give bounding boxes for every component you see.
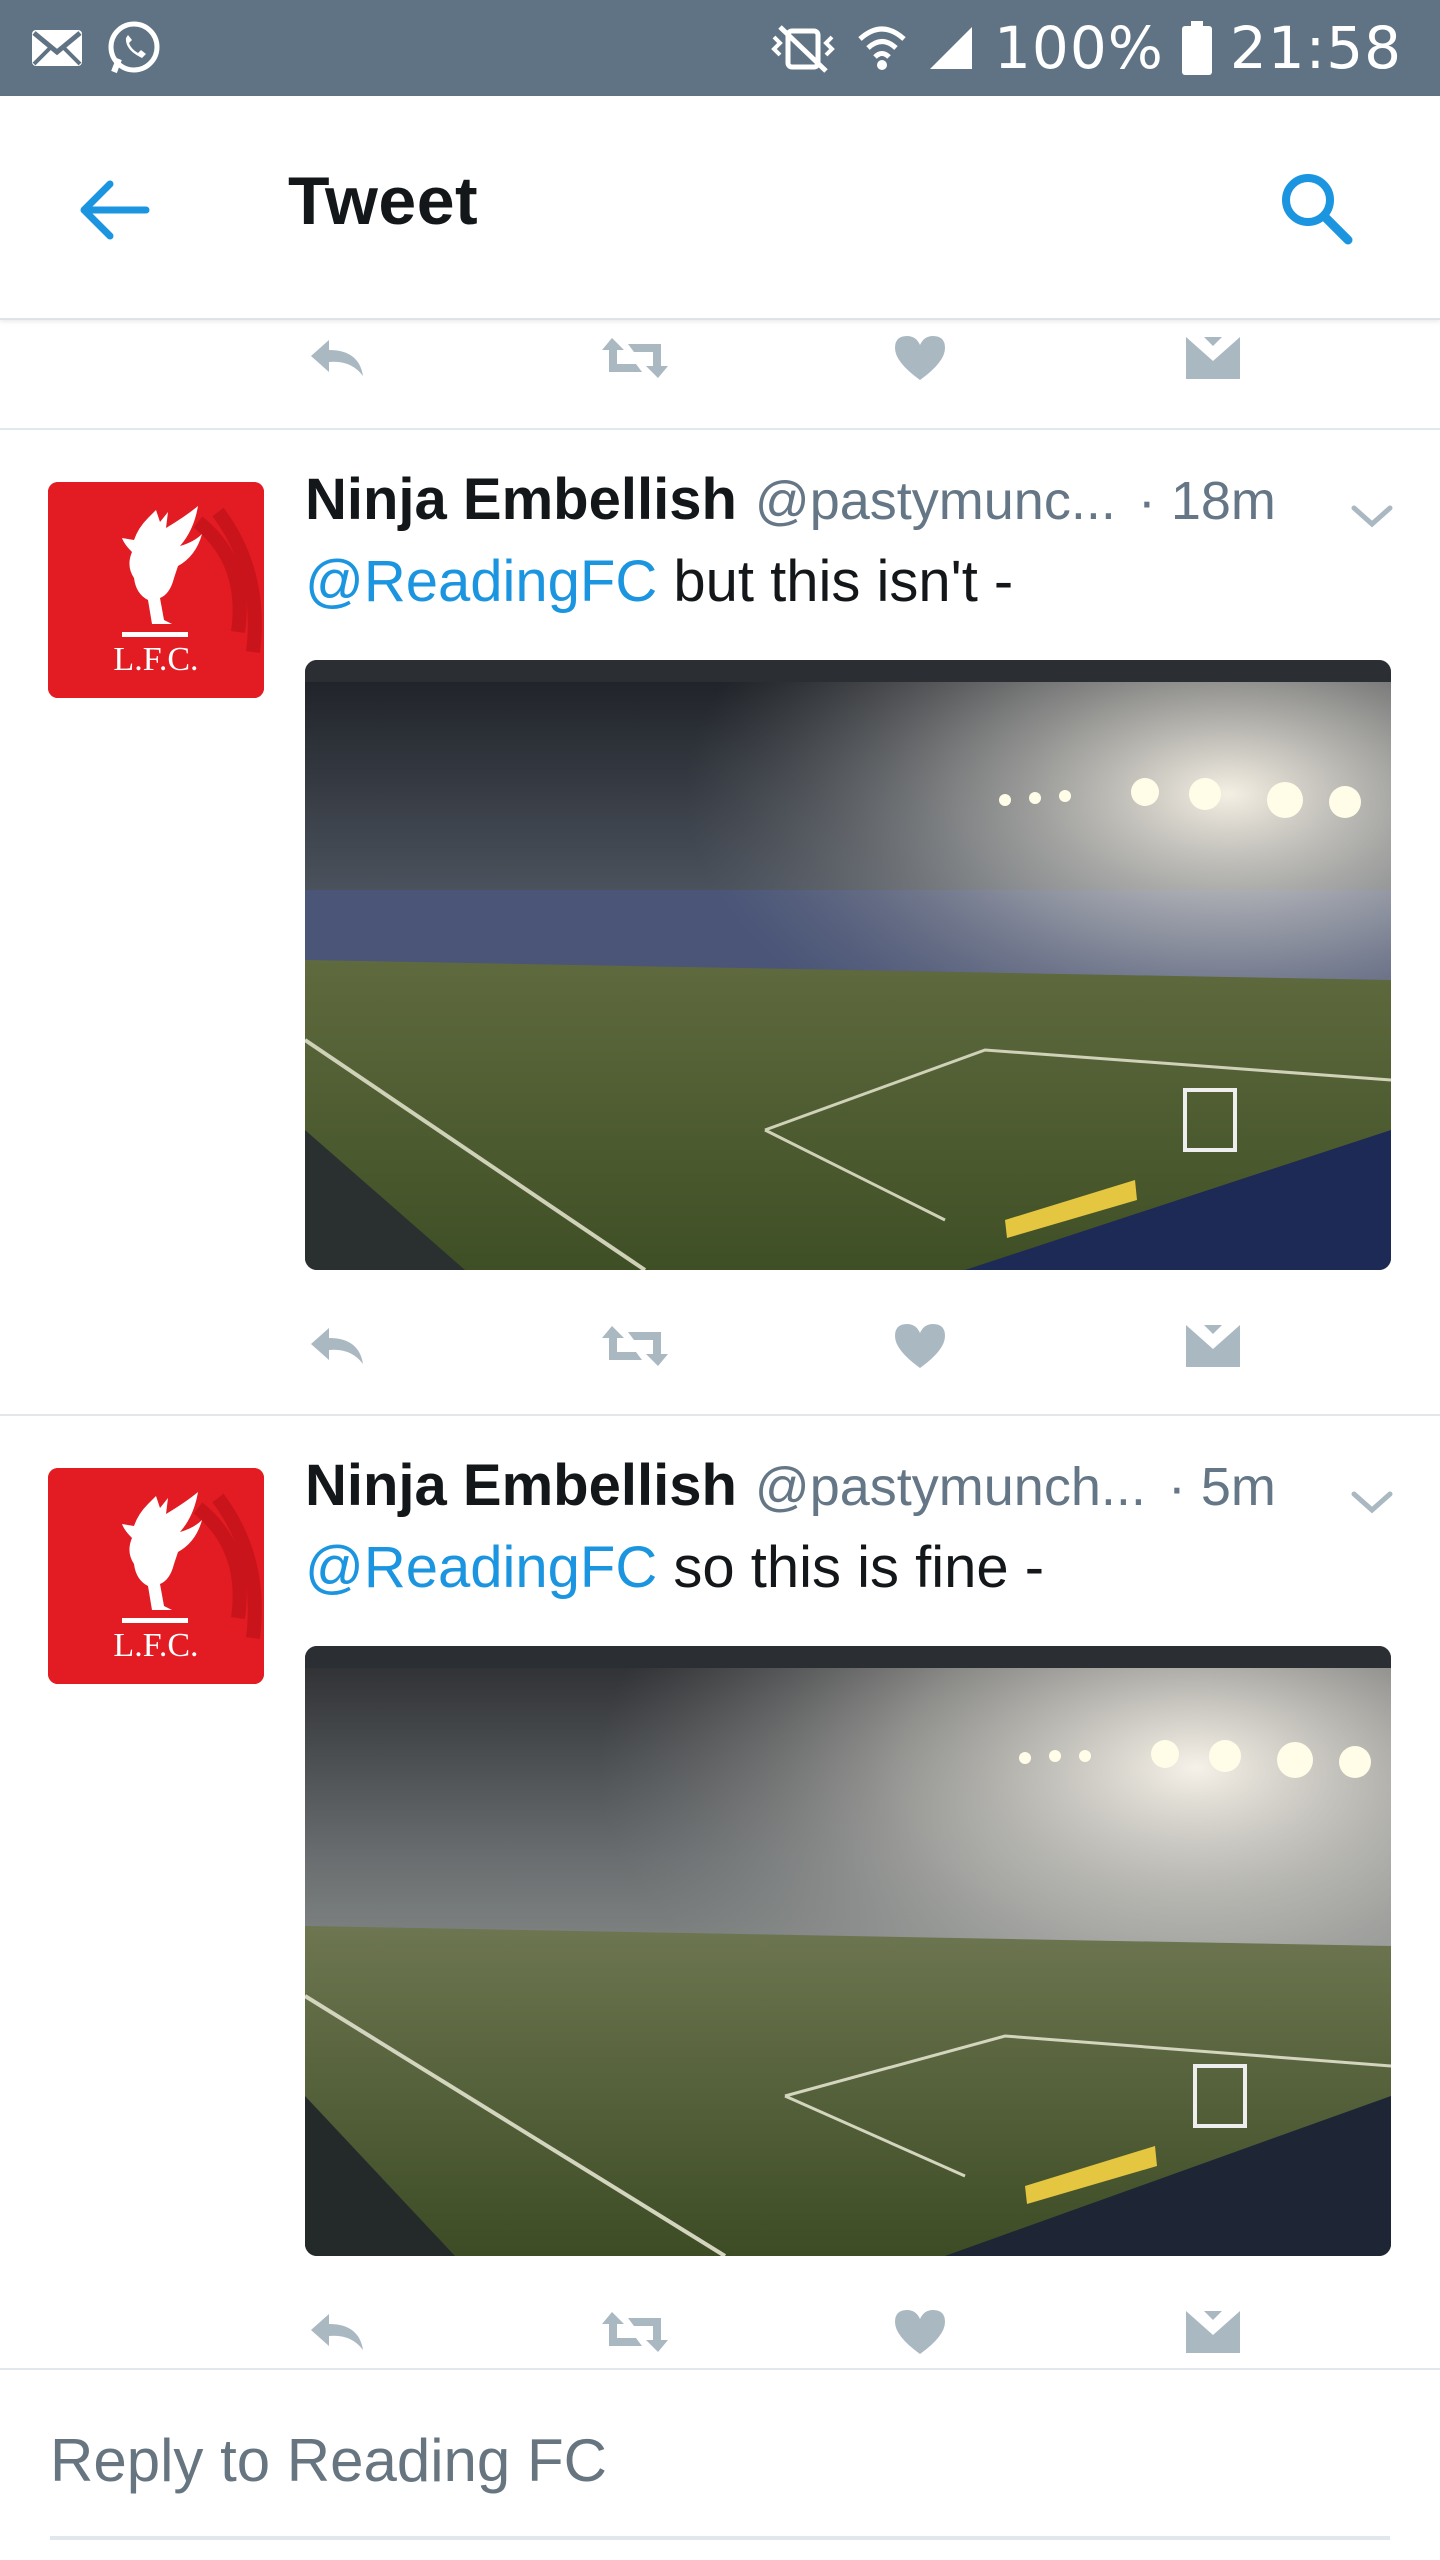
- author-name[interactable]: Ninja Embellish: [305, 466, 737, 533]
- tweet-actions: [0, 2284, 1440, 2374]
- search-icon: [1282, 174, 1353, 245]
- tweet-options-button[interactable]: [1344, 1482, 1400, 1522]
- notification-icons: [30, 20, 162, 76]
- reply-input[interactable]: Reply to Reading FC: [50, 2426, 607, 2495]
- reply-button[interactable]: [302, 1316, 372, 1376]
- author-handle[interactable]: @pastymunch...: [755, 1456, 1146, 1518]
- retweet-button[interactable]: [600, 2302, 670, 2362]
- reply-button[interactable]: [302, 2302, 372, 2362]
- retweet-icon: [602, 1326, 668, 1366]
- avatar[interactable]: L.F.C.: [48, 1468, 264, 1684]
- retweet-icon: [602, 338, 668, 378]
- direct-message-button[interactable]: [1178, 2302, 1248, 2362]
- status-bar: 100% 21:58: [0, 0, 1440, 96]
- tweet-photo[interactable]: [305, 660, 1391, 1270]
- like-button[interactable]: [885, 1316, 955, 1376]
- mention-link[interactable]: @ReadingFC: [305, 549, 657, 614]
- envelope-icon: [1186, 337, 1240, 379]
- reply-icon: [311, 2314, 363, 2350]
- tweet-divider: [0, 1414, 1440, 1416]
- back-button[interactable]: [76, 172, 152, 248]
- wifi-icon: [856, 23, 908, 73]
- retweet-button[interactable]: [600, 1316, 670, 1376]
- reply-icon: [311, 1328, 363, 1364]
- reply-button[interactable]: [302, 328, 372, 388]
- tweet-timestamp: · 18m: [1137, 471, 1276, 531]
- tweet-actions: [0, 310, 1440, 400]
- direct-message-button[interactable]: [1178, 1316, 1248, 1376]
- tweet-text: @ReadingFC so this is fine -: [305, 1534, 1385, 1601]
- heart-icon: [895, 2310, 945, 2354]
- author-handle[interactable]: @pastymunc...: [755, 470, 1116, 532]
- battery-level: 100%: [994, 14, 1164, 82]
- tweet-divider: [0, 428, 1440, 430]
- author-name[interactable]: Ninja Embellish: [305, 1452, 737, 1519]
- tweet-body: so this is fine -: [657, 1535, 1045, 1600]
- like-button[interactable]: [885, 328, 955, 388]
- tweet-text: @ReadingFC but this isn't -: [305, 548, 1385, 615]
- tweet-options-button[interactable]: [1344, 496, 1400, 536]
- arrow-left-icon: [80, 180, 150, 240]
- battery-icon: [1181, 21, 1212, 75]
- heart-icon: [895, 336, 945, 380]
- retweet-button[interactable]: [600, 328, 670, 388]
- tweet-photo[interactable]: [305, 1646, 1391, 2256]
- tweet-body: but this isn't -: [657, 549, 1014, 614]
- envelope-icon: [1186, 1325, 1240, 1367]
- tweet-timestamp: · 5m: [1167, 1457, 1276, 1517]
- chevron-down-icon: [1351, 1491, 1393, 1514]
- reply-composer[interactable]: Reply to Reading FC: [0, 2368, 1440, 2560]
- mention-link[interactable]: @ReadingFC: [305, 1535, 657, 1600]
- mute-icon: [768, 23, 838, 73]
- search-button[interactable]: [1276, 168, 1356, 248]
- tweet-header: Ninja Embellish @pastymunch... · 5m: [305, 1452, 1385, 1532]
- reply-icon: [311, 340, 363, 376]
- tweet-header: Ninja Embellish @pastymunc... · 18m: [305, 466, 1385, 546]
- whatsapp-icon: [106, 20, 162, 76]
- avatar-monogram: L.F.C.: [113, 1627, 198, 1664]
- retweet-icon: [602, 2312, 668, 2352]
- avatar-monogram: L.F.C.: [113, 641, 198, 678]
- envelope-icon: [1186, 2311, 1240, 2353]
- top-app-bar: Tweet: [0, 96, 1440, 320]
- clock: 21:58: [1229, 14, 1402, 82]
- heart-icon: [895, 1324, 945, 1368]
- chevron-down-icon: [1351, 505, 1393, 528]
- direct-message-button[interactable]: [1178, 328, 1248, 388]
- reply-input-underline: [50, 2536, 1390, 2540]
- avatar[interactable]: L.F.C.: [48, 482, 264, 698]
- tweet-actions: [0, 1298, 1440, 1388]
- like-button[interactable]: [885, 2302, 955, 2362]
- signal-icon: [926, 23, 976, 73]
- mail-icon: [30, 28, 84, 68]
- system-status: 100% 21:58: [768, 14, 1402, 82]
- page-title: Tweet: [288, 163, 479, 239]
